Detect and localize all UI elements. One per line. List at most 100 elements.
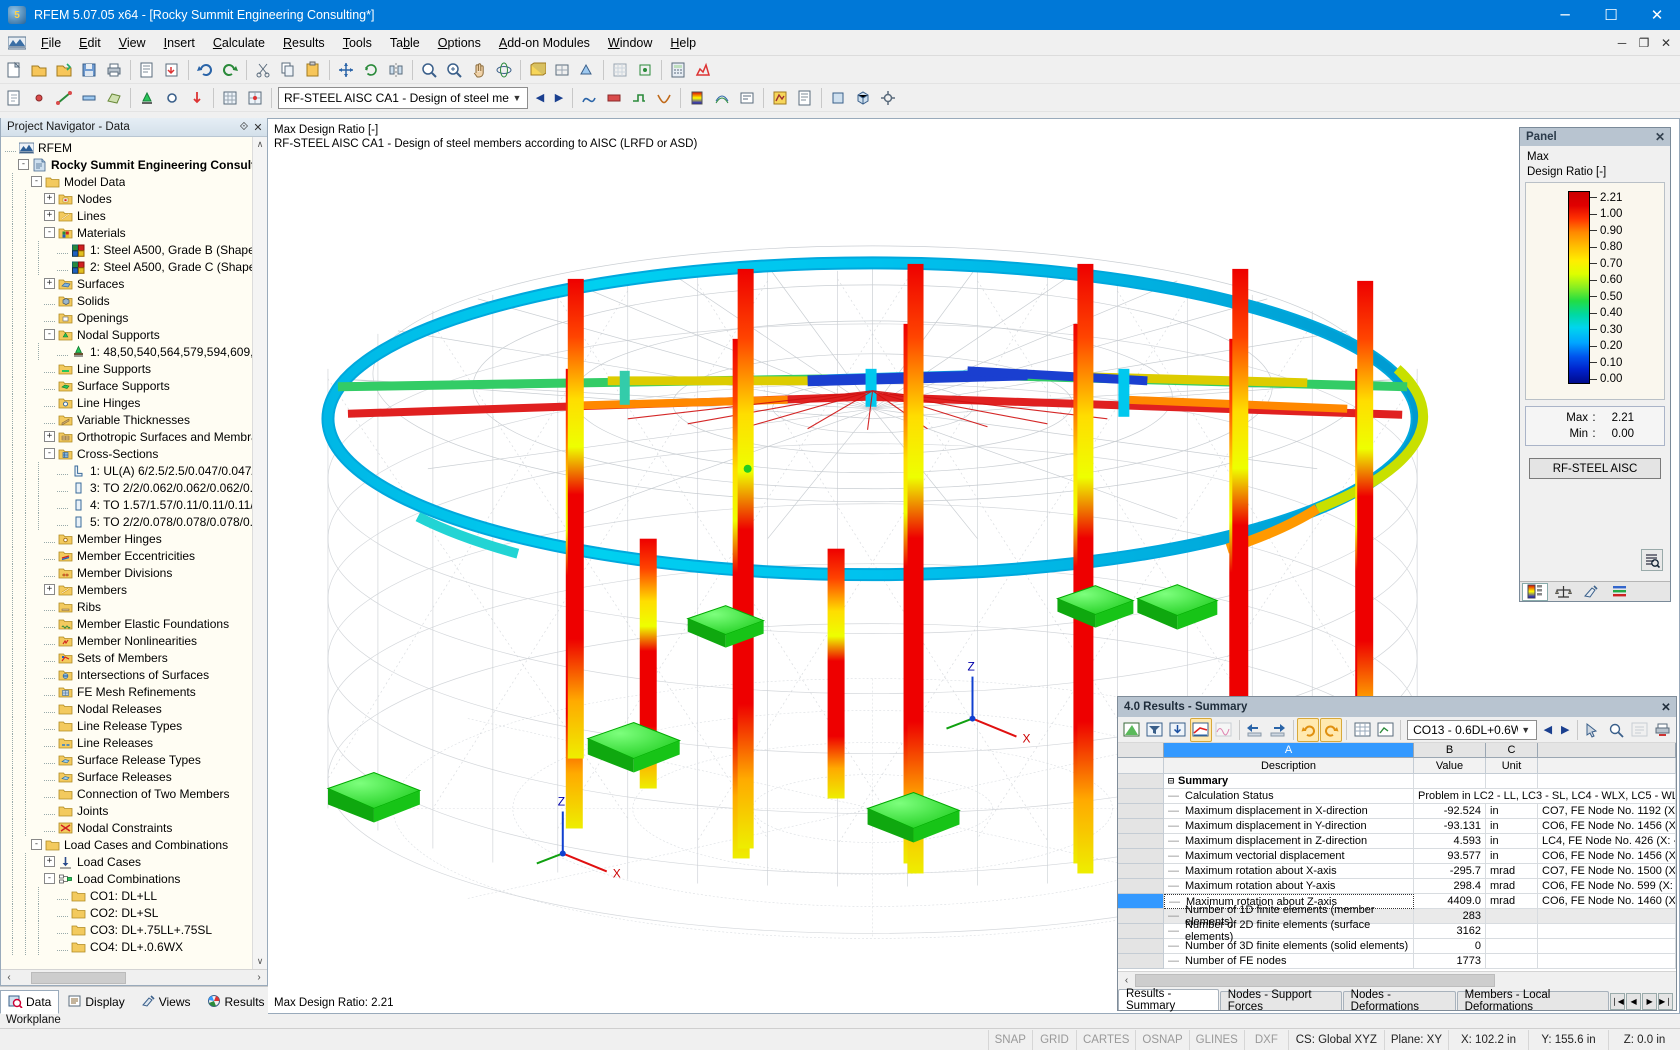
tree-item-member-hinges[interactable]: Member Hinges: [1, 530, 267, 547]
row-selector[interactable]: [1118, 924, 1164, 939]
tree-item-rocky-summit-engineering-consulting[interactable]: - Rocky Summit Engineering Consulting*: [1, 156, 267, 173]
tree-item-nodal-supports[interactable]: - Nodal Supports: [1, 326, 267, 343]
table-find-icon[interactable]: [1605, 718, 1627, 742]
tree-item-load-cases-and-combinations[interactable]: - Load Cases and Combinations: [1, 836, 267, 853]
tab-nav-button-2[interactable]: ▶: [1642, 993, 1658, 1010]
menu-file[interactable]: File: [32, 32, 70, 54]
rotate-icon[interactable]: [359, 58, 383, 82]
close-button[interactable]: ✕: [1634, 0, 1680, 30]
row-value[interactable]: -295.7: [1414, 864, 1486, 879]
tree-item-materials[interactable]: - Materials: [1, 224, 267, 241]
row-description-cell[interactable]: — Number of FE nodes: [1164, 954, 1414, 969]
hscroll-track[interactable]: [17, 970, 251, 985]
panel-tab-color-scale[interactable]: [1522, 582, 1548, 601]
menu-calculate[interactable]: Calculate: [204, 32, 274, 54]
menu-insert[interactable]: Insert: [155, 32, 204, 54]
save-icon[interactable]: [77, 58, 101, 82]
results-tab-nodes-support-forces[interactable]: Nodes - Support Forces: [1219, 989, 1342, 1013]
row-description-cell[interactable]: — Calculation Status: [1164, 789, 1414, 804]
panel-close-icon[interactable]: ✕: [1653, 130, 1667, 144]
status-toggle-cartes[interactable]: CARTES: [1075, 1029, 1135, 1050]
row-value[interactable]: 4.593: [1414, 834, 1486, 849]
row-description-cell[interactable]: ⊟ Summary: [1164, 774, 1414, 789]
isolines-icon[interactable]: [710, 86, 734, 110]
tree-item-member-nonlinearities[interactable]: Member Nonlinearities: [1, 632, 267, 649]
next-module-arrow[interactable]: ▶: [550, 87, 568, 109]
tree-item-intersections-of-surfaces[interactable]: Intersections of Surfaces: [1, 666, 267, 683]
table-selection-icon[interactable]: [1582, 718, 1604, 742]
row-description-cell[interactable]: — Maximum displacement in X-direction: [1164, 804, 1414, 819]
view-iso-icon[interactable]: [851, 86, 875, 110]
tree-item-fe-mesh-refinements[interactable]: FE Mesh Refinements: [1, 683, 267, 700]
tree-item-1-steel-a500-grade-b-shapes[interactable]: 1: Steel A500, Grade B (Shapes): [1, 241, 267, 258]
collapse-icon[interactable]: -: [31, 176, 42, 187]
load-case-next-arrow[interactable]: ▶: [1557, 719, 1573, 741]
menu-tools[interactable]: Tools: [334, 32, 381, 54]
hinge-insert-icon[interactable]: [160, 86, 184, 110]
menu-results[interactable]: Results: [274, 32, 334, 54]
row-description-cell[interactable]: — Number of 3D finite elements (solid ele…: [1164, 939, 1414, 954]
open-recent-icon[interactable]: [52, 58, 76, 82]
scroll-down-icon[interactable]: ∨: [253, 954, 267, 969]
tree-item-member-divisions[interactable]: Member Divisions: [1, 564, 267, 581]
results-tab-members-local-deformations[interactable]: Members - Local Deformations: [1456, 989, 1610, 1013]
row-selector[interactable]: [1118, 834, 1164, 849]
table-row[interactable]: — Calculation Status Problem in LC2 - LL, …: [1118, 789, 1676, 804]
grid-snap-icon[interactable]: [608, 58, 632, 82]
menu-options[interactable]: Options: [429, 32, 490, 54]
row-value[interactable]: 283: [1414, 909, 1486, 924]
status-toggle-dxf[interactable]: DXF: [1243, 1029, 1288, 1050]
sidebar-tab-results[interactable]: Results: [199, 990, 273, 1014]
status-toggle-grid[interactable]: GRID: [1031, 1029, 1076, 1050]
model-viewport[interactable]: Max Design Ratio [-] RF-STEEL AISC CA1 -…: [268, 118, 1680, 1014]
tree-item-2-steel-a500-grade-c-shapes[interactable]: 2: Steel A500, Grade C (Shapes): [1, 258, 267, 275]
render-solid-icon[interactable]: [525, 58, 549, 82]
tree-item-line-supports[interactable]: Line Supports: [1, 360, 267, 377]
tree-item-line-releases[interactable]: Line Releases: [1, 734, 267, 751]
row-description-cell[interactable]: — Maximum vectorial displacement: [1164, 849, 1414, 864]
tree-item-co4-dl-0-6wx[interactable]: CO4: DL+.0.6WX: [1, 938, 267, 955]
tree-item-load-combinations[interactable]: - Load Combinations: [1, 870, 267, 887]
table-row[interactable]: — Maximum displacement in Z-direction 4.59…: [1118, 834, 1676, 849]
table-redo-icon[interactable]: [1320, 717, 1343, 742]
rotate-view-icon[interactable]: [492, 58, 516, 82]
expand-icon[interactable]: +: [44, 856, 55, 867]
column-header-c[interactable]: C: [1486, 743, 1538, 758]
tree-item-solids[interactable]: Solids: [1, 292, 267, 309]
row-selector[interactable]: [1118, 879, 1164, 894]
tree-item-load-cases[interactable]: + Load Cases: [1, 853, 267, 870]
tree-item-line-hinges[interactable]: Line Hinges: [1, 394, 267, 411]
chevron-down-icon[interactable]: ▼: [509, 93, 525, 103]
expand-icon[interactable]: +: [44, 210, 55, 221]
panel-tab-filter[interactable]: [1606, 583, 1632, 601]
tree-item-model-data[interactable]: - Model Data: [1, 173, 267, 190]
table-row[interactable]: — Maximum displacement in X-direction -92.…: [1118, 804, 1676, 819]
table-edit-icon[interactable]: [1121, 718, 1143, 742]
design-ratio-icon[interactable]: [768, 86, 792, 110]
table-graph-icon[interactable]: [1213, 718, 1235, 742]
sidebar-tab-display[interactable]: Display: [59, 990, 132, 1014]
status-toggle-glines[interactable]: GLINES: [1188, 1029, 1244, 1050]
legend-settings-icon[interactable]: [1641, 549, 1663, 571]
stress-colors-icon[interactable]: [685, 86, 709, 110]
results-tab-nodes-deformations[interactable]: Nodes - Deformations: [1342, 989, 1456, 1013]
row-description-cell[interactable]: — Number of 2D finite elements (surface e…: [1164, 919, 1414, 943]
minimize-button[interactable]: ─: [1542, 0, 1588, 30]
table-prev-page-icon[interactable]: [1244, 718, 1266, 742]
tree-item-members[interactable]: + Members: [1, 581, 267, 598]
cut-icon[interactable]: [251, 58, 275, 82]
tree-item-1-48-50-540-564-579-594-609-62[interactable]: 1: 48,50,540,564,579,594,609,62…: [1, 343, 267, 360]
load-insert-icon[interactable]: [185, 86, 209, 110]
status-toggle-snap[interactable]: SNAP: [987, 1029, 1032, 1050]
menu-table[interactable]: Table: [381, 32, 429, 54]
osnap-icon[interactable]: [633, 58, 657, 82]
new-data-icon[interactable]: [2, 86, 26, 110]
collapse-icon[interactable]: -: [44, 227, 55, 238]
copy-icon[interactable]: [276, 58, 300, 82]
mirror-icon[interactable]: [384, 58, 408, 82]
column-header-d[interactable]: [1538, 743, 1676, 758]
menu-help[interactable]: Help: [661, 32, 705, 54]
row-value[interactable]: -93.131: [1414, 819, 1486, 834]
table-row[interactable]: — Maximum displacement in Y-direction -93.…: [1118, 819, 1676, 834]
row-selector[interactable]: [1118, 774, 1164, 789]
